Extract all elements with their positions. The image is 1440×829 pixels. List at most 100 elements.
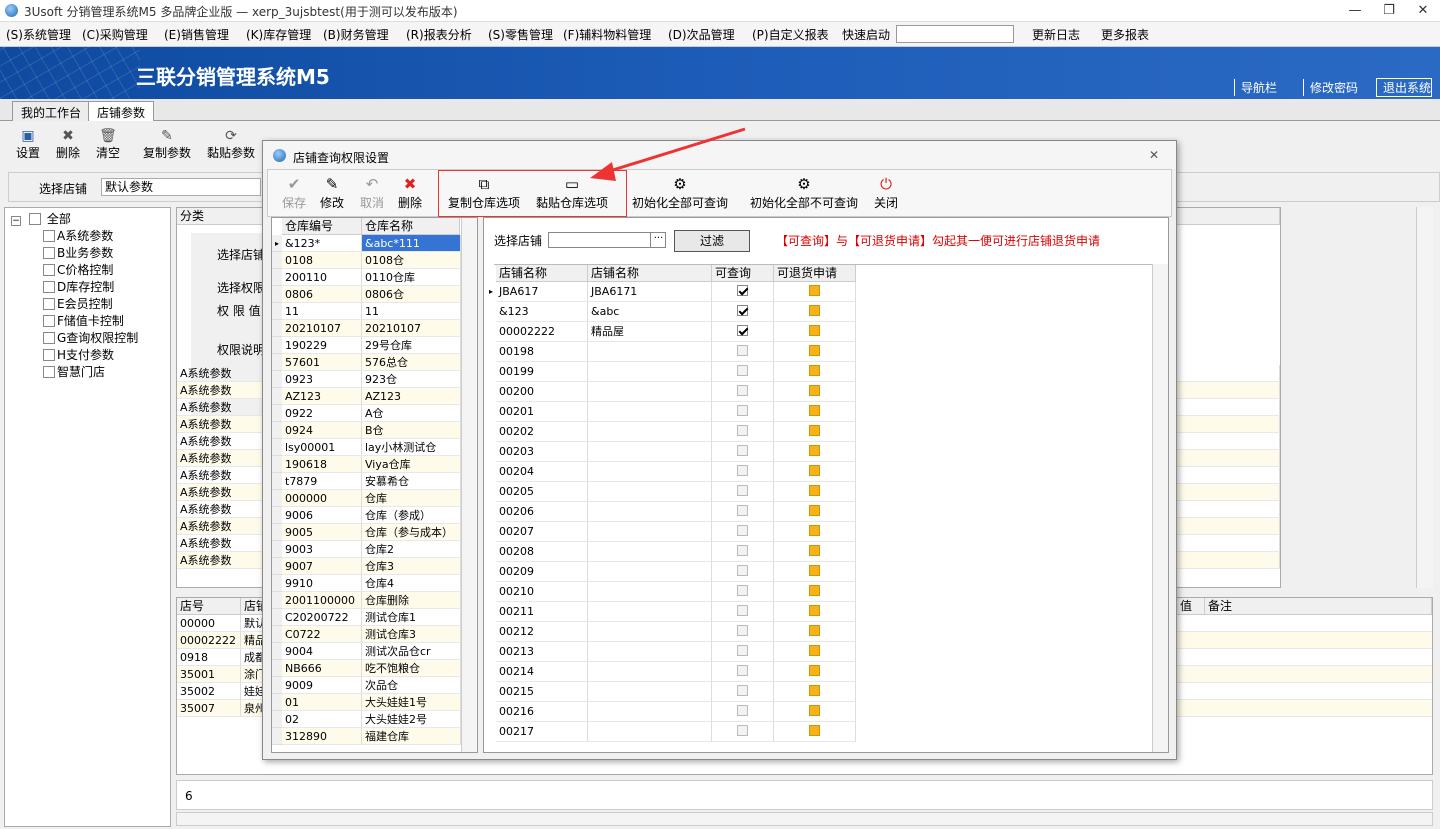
queryable-cell[interactable] — [712, 682, 774, 702]
return-request-cell[interactable] — [774, 562, 856, 582]
tree-item[interactable]: E会员控制 — [43, 295, 113, 312]
menu-system[interactable]: (S)系统管理 — [6, 26, 71, 43]
warehouse-name-cell[interactable]: Viya仓库 — [362, 456, 461, 473]
return-request-cell[interactable] — [774, 702, 856, 722]
store-code-cell[interactable]: 00212 — [496, 622, 588, 642]
store-name-cell[interactable] — [588, 462, 712, 482]
return-request-cell[interactable] — [774, 442, 856, 462]
warehouse-name-cell[interactable]: 大头娃娃2号 — [362, 711, 461, 728]
clear-button[interactable]: 🗑 清空 — [96, 128, 120, 161]
warehouse-name-cell[interactable]: AZ123 — [362, 388, 461, 405]
store-name-cell[interactable] — [588, 602, 712, 622]
queryable-checkbox[interactable] — [737, 605, 748, 616]
paste-warehouse-options-button[interactable]: ▭ 黏贴仓库选项 — [536, 174, 608, 211]
return-request-checkbox[interactable] — [809, 525, 820, 536]
warehouse-code-cell[interactable]: 190229 — [282, 337, 362, 354]
store-code-cell[interactable]: 00209 — [496, 562, 588, 582]
queryable-cell[interactable] — [712, 442, 774, 462]
checkbox[interactable] — [43, 349, 55, 361]
store-grid-scrollbar[interactable] — [1152, 264, 1168, 752]
return-request-checkbox[interactable] — [809, 305, 820, 316]
warehouse-code-cell[interactable]: 01 — [282, 694, 362, 711]
warehouse-code-cell[interactable]: t7879 — [282, 473, 362, 490]
checkbox[interactable] — [43, 247, 55, 259]
save-button[interactable]: ✔ 保存 — [282, 174, 306, 211]
store-name-cell[interactable]: JBA6171 — [588, 282, 712, 302]
store-code-cell[interactable]: 00217 — [496, 722, 588, 742]
store-code-cell[interactable]: 00211 — [496, 602, 588, 622]
return-request-checkbox[interactable] — [809, 405, 820, 416]
return-request-checkbox[interactable] — [809, 485, 820, 496]
checkbox[interactable] — [43, 298, 55, 310]
store-name-cell[interactable] — [588, 442, 712, 462]
warehouse-code-cell[interactable]: C0722 — [282, 626, 362, 643]
store-no-cell[interactable]: 00002222 — [177, 632, 241, 649]
queryable-cell[interactable] — [712, 662, 774, 682]
store-code-cell[interactable]: 00206 — [496, 502, 588, 522]
change-password-link[interactable]: 修改密码 — [1303, 79, 1358, 96]
warehouse-code-cell[interactable]: 200110 — [282, 269, 362, 286]
store-code-cell[interactable]: 00198 — [496, 342, 588, 362]
return-request-cell[interactable] — [774, 662, 856, 682]
queryable-checkbox[interactable] — [737, 505, 748, 516]
minimize-button[interactable]: — — [1340, 1, 1370, 21]
close-button[interactable]: ⏻ 关闭 — [874, 174, 898, 211]
store-code-cell[interactable]: 00201 — [496, 402, 588, 422]
store-code-cell[interactable]: &123 — [496, 302, 588, 322]
queryable-cell[interactable] — [712, 302, 774, 322]
store-no-cell[interactable]: 35007 — [177, 700, 241, 717]
settings-button[interactable]: ▣ 设置 — [16, 128, 40, 161]
warehouse-code-cell[interactable]: 57601 — [282, 354, 362, 371]
warehouse-name-cell[interactable]: lay小林测试仓 — [362, 439, 461, 456]
queryable-cell[interactable] — [712, 702, 774, 722]
store-code-cell[interactable]: 00213 — [496, 642, 588, 662]
queryable-cell[interactable] — [712, 422, 774, 442]
warehouse-name-cell[interactable]: 仓库2 — [362, 541, 461, 558]
warehouse-name-cell[interactable]: 0806仓 — [362, 286, 461, 303]
warehouse-name-cell[interactable]: 安慕希仓 — [362, 473, 461, 490]
menu-inventory[interactable]: (K)库存管理 — [246, 26, 311, 43]
warehouse-code-cell[interactable]: 02 — [282, 711, 362, 728]
tree-item[interactable]: G查询权限控制 — [43, 329, 138, 346]
store-name-cell[interactable] — [588, 402, 712, 422]
warehouse-name-cell[interactable]: 11 — [362, 303, 461, 320]
warehouse-code-cell[interactable]: 9004 — [282, 643, 362, 660]
queryable-checkbox[interactable] — [737, 585, 748, 596]
queryable-cell[interactable] — [712, 562, 774, 582]
warehouse-code-cell[interactable]: 0108 — [282, 252, 362, 269]
menu-retail[interactable]: (S)零售管理 — [488, 26, 553, 43]
return-request-cell[interactable] — [774, 402, 856, 422]
store-code-cell[interactable]: 00199 — [496, 362, 588, 382]
filter-store-input[interactable] — [548, 232, 666, 248]
return-request-cell[interactable] — [774, 342, 856, 362]
logout-link[interactable]: 退出系统 — [1376, 78, 1433, 97]
quick-launch-input[interactable] — [896, 25, 1014, 43]
return-request-checkbox[interactable] — [809, 665, 820, 676]
queryable-checkbox[interactable] — [737, 565, 748, 576]
queryable-cell[interactable] — [712, 402, 774, 422]
store-name-cell[interactable] — [588, 362, 712, 382]
menu-update-log[interactable]: 更新日志 — [1032, 26, 1080, 43]
return-request-checkbox[interactable] — [809, 345, 820, 356]
menu-finance[interactable]: (B)财务管理 — [323, 26, 389, 43]
return-request-cell[interactable] — [774, 282, 856, 302]
warehouse-code-cell[interactable]: 9009 — [282, 677, 362, 694]
queryable-cell[interactable] — [712, 382, 774, 402]
warehouse-code-cell[interactable]: lsy00001 — [282, 439, 362, 456]
warehouse-code-cell[interactable]: C20200722 — [282, 609, 362, 626]
return-request-cell[interactable] — [774, 482, 856, 502]
return-request-cell[interactable] — [774, 522, 856, 542]
tree-item[interactable]: F储值卡控制 — [43, 312, 124, 329]
queryable-cell[interactable] — [712, 282, 774, 302]
return-request-checkbox[interactable] — [809, 285, 820, 296]
menu-purchase[interactable]: (C)采购管理 — [82, 26, 148, 43]
return-request-checkbox[interactable] — [809, 565, 820, 576]
warehouse-name-cell[interactable]: 29号仓库 — [362, 337, 461, 354]
warehouse-name-cell[interactable]: 仓库 — [362, 490, 461, 507]
queryable-checkbox[interactable] — [737, 545, 748, 556]
menu-sales[interactable]: (E)销售管理 — [164, 26, 229, 43]
tree-item[interactable]: B业务参数 — [43, 244, 113, 261]
queryable-cell[interactable] — [712, 642, 774, 662]
cancel-button[interactable]: ↶ 取消 — [360, 174, 384, 211]
copy-params-button[interactable]: ✎ 复制参数 — [143, 128, 191, 161]
